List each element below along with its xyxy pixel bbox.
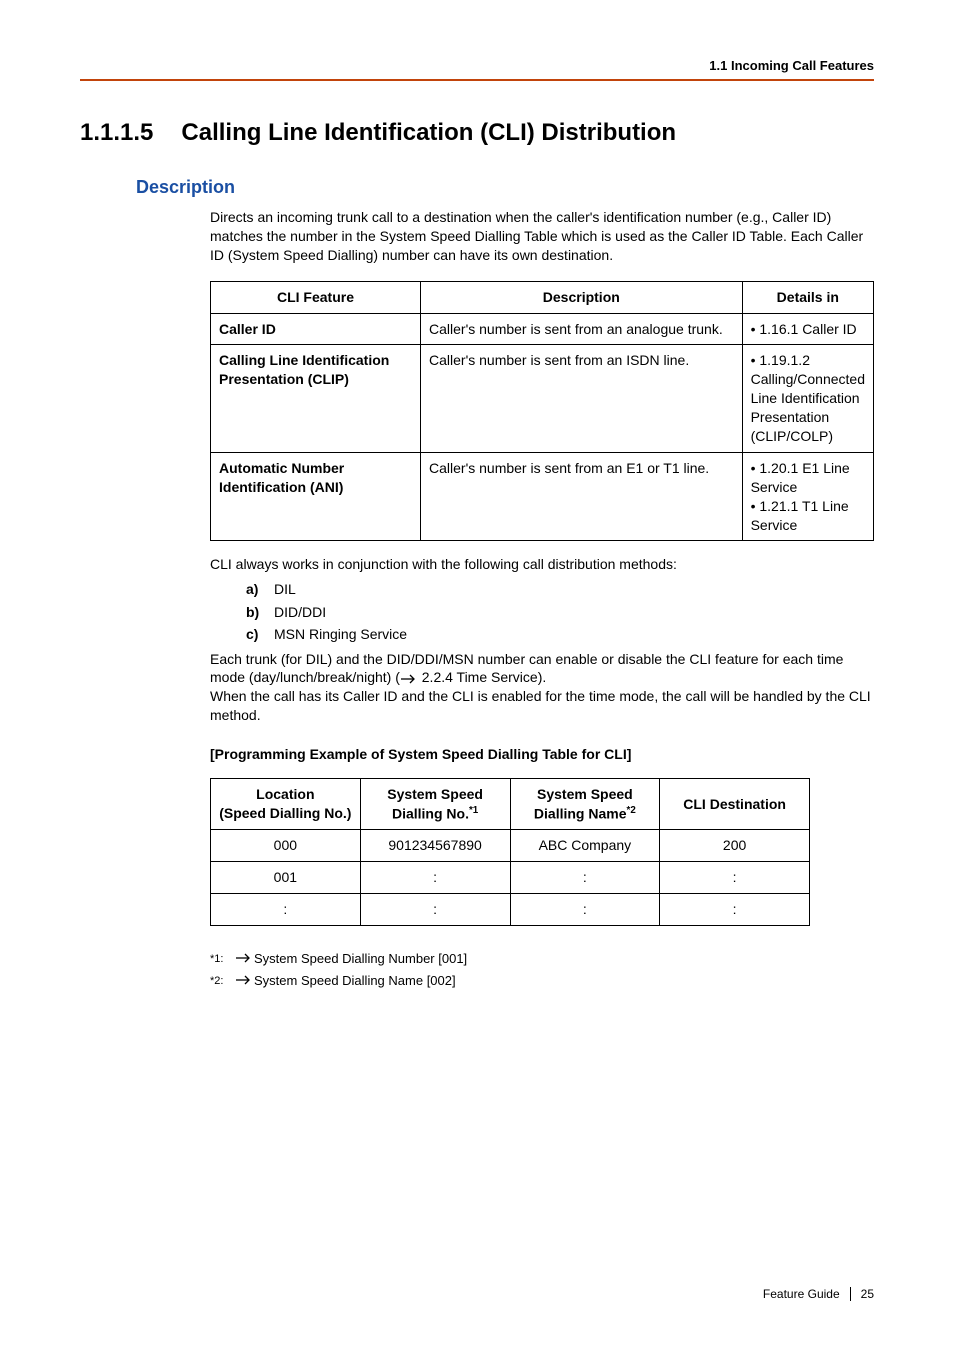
- arrow-right-icon: [234, 948, 254, 970]
- th-line1: CLI Destination: [683, 796, 786, 812]
- cli-feature-table: CLI Feature Description Details in Calle…: [210, 281, 874, 542]
- th-line2: Dialling Name: [534, 806, 627, 822]
- cell: :: [510, 862, 660, 894]
- programming-example-heading: [Programming Example of System Speed Dia…: [210, 745, 874, 764]
- speed-dialling-table: Location (Speed Dialling No.) System Spe…: [210, 778, 810, 926]
- footnote: *2: System Speed Dialling Name [002]: [210, 970, 874, 992]
- para1b: 2.2.4 Time Service).: [418, 669, 546, 685]
- footer-label: Feature Guide: [763, 1287, 840, 1301]
- cell: :: [660, 894, 810, 926]
- cell: :: [211, 894, 361, 926]
- table-row: : : : :: [211, 894, 810, 926]
- table-row: Caller ID Caller's number is sent from a…: [211, 313, 874, 345]
- list-letter: a): [246, 578, 274, 600]
- intro-paragraph: Directs an incoming trunk call to a dest…: [210, 208, 874, 265]
- after-list-para1: Each trunk (for DIL) and the DID/DDI/MSN…: [210, 650, 874, 688]
- list-text: MSN Ringing Service: [274, 623, 407, 645]
- table-row: 000 901234567890 ABC Company 200: [211, 830, 810, 862]
- cell-feature: Caller ID: [211, 313, 421, 345]
- list-letter: c): [246, 623, 274, 645]
- th-line2: (Speed Dialling No.): [219, 805, 351, 821]
- cell: 001: [211, 862, 361, 894]
- cell: 200: [660, 830, 810, 862]
- table-row: Automatic Number Identification (ANI) Ca…: [211, 452, 874, 541]
- speed-th-name: System Speed Dialling Name*2: [510, 778, 660, 829]
- cell-desc: Caller's number is sent from an ISDN lin…: [421, 345, 743, 452]
- cell-desc: Caller's number is sent from an analogue…: [421, 313, 743, 345]
- footer-page-number: 25: [861, 1287, 874, 1301]
- cell-desc: Caller's number is sent from an E1 or T1…: [421, 452, 743, 541]
- list-text: DIL: [274, 578, 296, 600]
- after-table-lead: CLI always works in conjunction with the…: [210, 555, 874, 574]
- cell: :: [360, 862, 510, 894]
- speed-th-location: Location (Speed Dialling No.): [211, 778, 361, 829]
- cell: 901234567890: [360, 830, 510, 862]
- speed-th-number: System Speed Dialling No.*1: [360, 778, 510, 829]
- cell-feature: Automatic Number Identification (ANI): [211, 452, 421, 541]
- cell: 000: [211, 830, 361, 862]
- th-line1: Location: [256, 786, 314, 802]
- cell-feature: Calling Line Identification Presentation…: [211, 345, 421, 452]
- cell-details: • 1.20.1 E1 Line Service • 1.21.1 T1 Lin…: [742, 452, 873, 541]
- th-sup: *2: [627, 805, 636, 816]
- cli-th-feature: CLI Feature: [211, 281, 421, 313]
- cli-th-details: Details in: [742, 281, 873, 313]
- list-letter: b): [246, 601, 274, 623]
- description-heading: Description: [136, 177, 874, 198]
- cell: ABC Company: [510, 830, 660, 862]
- th-line2: Dialling No.: [392, 806, 469, 822]
- cell-details: • 1.19.1.2 Calling/Connected Line Identi…: [742, 345, 873, 452]
- arrow-right-icon: [234, 970, 254, 992]
- th-line1: System Speed: [387, 786, 483, 802]
- list-item: b) DID/DDI: [246, 601, 874, 623]
- section-title: Calling Line Identification (CLI) Distri…: [181, 119, 676, 147]
- cell: :: [660, 862, 810, 894]
- cell: :: [510, 894, 660, 926]
- header-breadcrumb: 1.1 Incoming Call Features: [80, 58, 874, 73]
- list-item: c) MSN Ringing Service: [246, 623, 874, 645]
- cli-th-description: Description: [421, 281, 743, 313]
- footnote-text: System Speed Dialling Number [001]: [254, 948, 467, 970]
- cell-details: • 1.16.1 Caller ID: [742, 313, 873, 345]
- footnote-mark: *1:: [210, 950, 234, 969]
- table-row: 001 : : :: [211, 862, 810, 894]
- page-footer: Feature Guide 25: [763, 1287, 874, 1301]
- footnote: *1: System Speed Dialling Number [001]: [210, 948, 874, 970]
- footer-separator: [850, 1287, 851, 1301]
- speed-th-destination: CLI Destination: [660, 778, 810, 829]
- list-text: DID/DDI: [274, 601, 326, 623]
- section-number: 1.1.1.5: [80, 119, 153, 147]
- footnotes: *1: System Speed Dialling Number [001] *…: [210, 948, 874, 992]
- after-list-para2: When the call has its Caller ID and the …: [210, 687, 874, 725]
- cell: :: [360, 894, 510, 926]
- list-item: a) DIL: [246, 578, 874, 600]
- footnote-mark: *2:: [210, 972, 234, 991]
- table-row: Calling Line Identification Presentation…: [211, 345, 874, 452]
- th-sup: *1: [469, 805, 478, 816]
- arrow-right-icon: [400, 674, 418, 684]
- th-line1: System Speed: [537, 786, 633, 802]
- footnote-text: System Speed Dialling Name [002]: [254, 970, 456, 992]
- header-rule: [80, 79, 874, 81]
- distribution-list: a) DIL b) DID/DDI c) MSN Ringing Service: [246, 578, 874, 645]
